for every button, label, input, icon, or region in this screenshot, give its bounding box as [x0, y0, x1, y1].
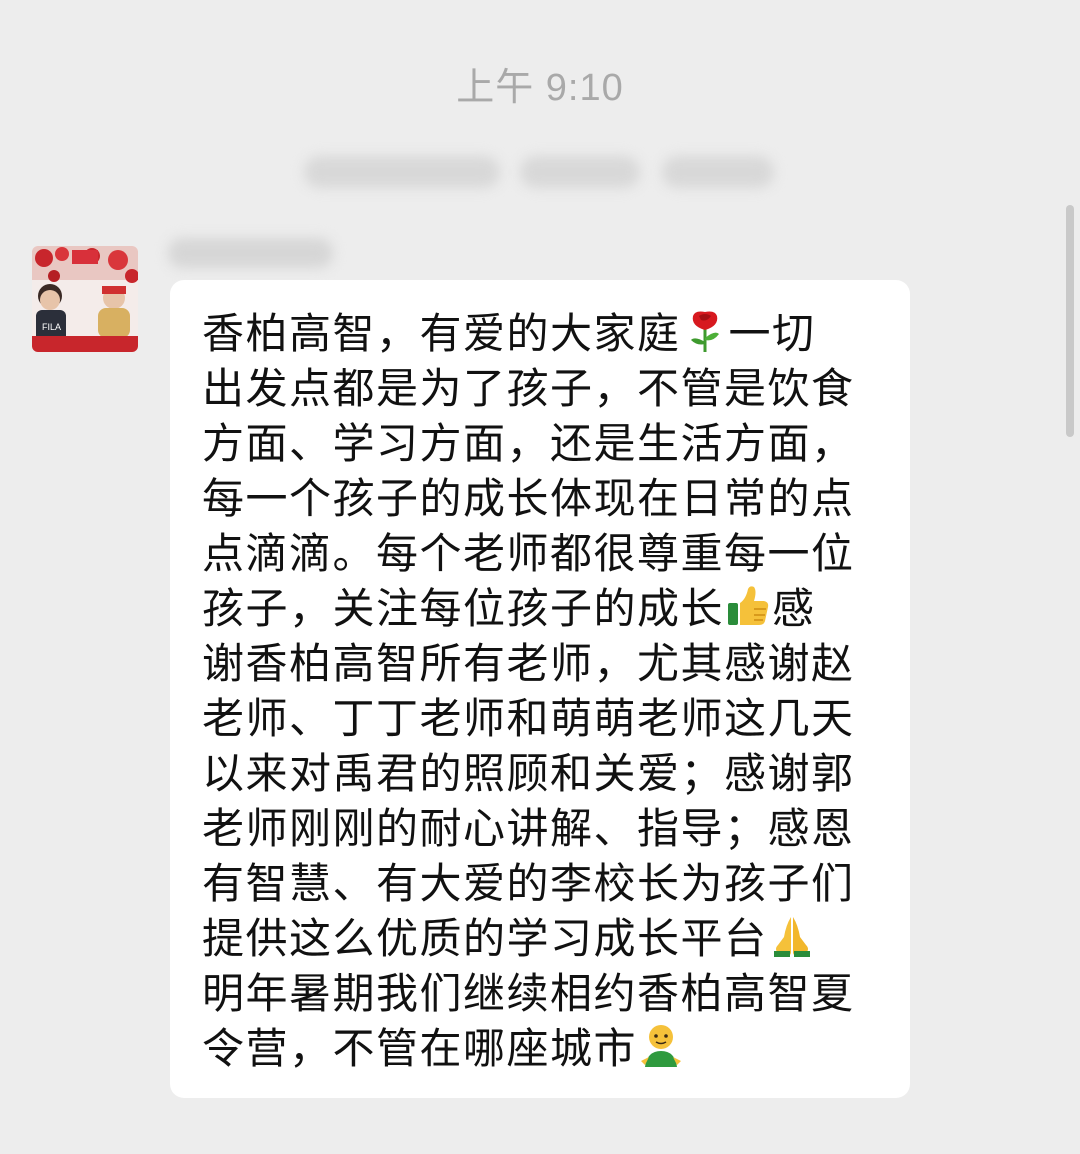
message-line: 明年暑期我们继续相约香柏高智夏 — [202, 969, 855, 1018]
chat-screen: 上午 9:10 FILA 香柏高智，有爱的大家庭 一切 出发点都是为了孩子，不管… — [0, 0, 1080, 1154]
message-timestamp: 上午 9:10 — [456, 67, 624, 109]
praying-hands-icon — [773, 917, 810, 957]
message-line: 每一个孩子的成长体现在日常的点 — [202, 474, 855, 523]
avatar-photo: FILA — [32, 246, 138, 352]
message-text: 香柏高智，有爱的大家庭 一切 出发点都是为了孩子，不管是饮食 方面、学习方面，还是… — [202, 306, 886, 1076]
message-line: 点滴滴。每个老师都很尊重每一位 — [202, 529, 855, 578]
message-line: 令营，不管在哪座城市 — [202, 1021, 886, 1076]
message-line: 谢香柏高智所有老师，尤其感谢赵 — [202, 639, 855, 688]
scrollbar[interactable] — [1066, 205, 1074, 437]
message-line: 提供这么优质的学习成长平台 — [202, 911, 886, 966]
message-bubble[interactable]: 香柏高智，有爱的大家庭 一切 出发点都是为了孩子，不管是饮食 方面、学习方面，还是… — [170, 280, 910, 1098]
message-line: 以来对禹君的照顾和关爱；感谢郭 — [202, 749, 855, 798]
message-line: 孩子，关注每位孩子的成长感 — [202, 584, 816, 633]
message-line: 出发点都是为了孩子，不管是饮食 — [202, 364, 855, 413]
message-line: 老师刚刚的耐心讲解、指导；感恩 — [202, 804, 855, 853]
sender-avatar[interactable]: FILA — [32, 246, 138, 352]
rose-icon — [690, 311, 719, 352]
redacted-sender-name — [168, 232, 338, 272]
message-line: 有智慧、有大爱的李校长为孩子们 — [202, 859, 855, 908]
message-line: 香柏高智，有爱的大家庭 一切 — [202, 309, 816, 358]
svg-text:FILA: FILA — [42, 322, 61, 332]
message-line: 老师、丁丁老师和萌萌老师这几天 — [202, 694, 855, 743]
redacted-system-notice — [300, 150, 780, 194]
message-line: 方面、学习方面，还是生活方面， — [202, 419, 855, 468]
person-icon — [641, 1025, 682, 1067]
thumbs-up-icon — [728, 586, 769, 625]
